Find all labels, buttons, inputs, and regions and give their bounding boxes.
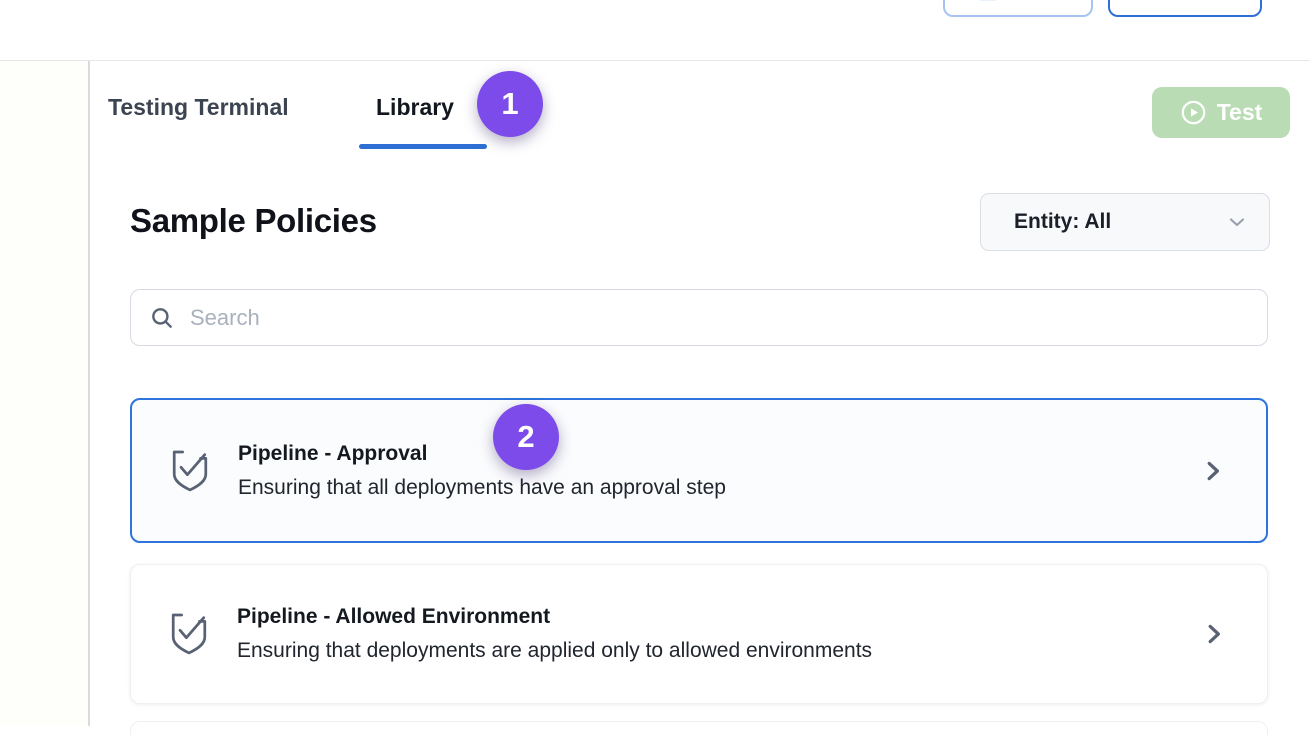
policy-title: Pipeline - Allowed Environment [237, 605, 1173, 629]
policy-card-pipeline-approval[interactable]: Pipeline - Approval Ensuring that all de… [130, 398, 1268, 543]
chevron-down-icon [1225, 210, 1249, 234]
shield-check-icon [170, 448, 210, 494]
chevron-right-icon [1201, 621, 1227, 647]
tab-testing-terminal[interactable]: Testing Terminal [108, 94, 289, 121]
policy-card-partial[interactable] [130, 721, 1268, 735]
search-bar[interactable] [130, 289, 1268, 346]
search-icon [149, 305, 175, 331]
play-circle-icon [1180, 99, 1207, 126]
save-button-label: Save [1007, 0, 1058, 6]
policy-card-pipeline-allowed-environment[interactable]: Pipeline - Allowed Environment Ensuring … [130, 564, 1268, 704]
chevron-right-icon [1200, 458, 1226, 484]
upload-icon [978, 0, 998, 7]
shield-check-icon [169, 611, 209, 657]
discard-button-label: Discard [1145, 0, 1226, 6]
entity-filter-dropdown[interactable]: Entity: All [980, 193, 1270, 251]
main-panel: Testing Terminal Library Test Sample Pol… [90, 61, 1310, 726]
entity-filter-value: Entity: All [1014, 210, 1225, 234]
search-input[interactable] [190, 305, 1249, 331]
policy-description: Ensuring that deployments are applied on… [237, 639, 1173, 663]
save-button[interactable]: Save [943, 0, 1093, 17]
step-annotation-badge-1[interactable]: 1 [477, 71, 543, 137]
discard-button[interactable]: Discard [1108, 0, 1262, 17]
test-button-label: Test [1217, 99, 1263, 126]
policy-title: Pipeline - Approval [238, 442, 1172, 466]
tab-library[interactable]: Library [376, 94, 454, 121]
policy-description: Ensuring that all deployments have an ap… [238, 476, 1172, 500]
top-header-bar: Save Discard [0, 0, 1310, 61]
active-tab-underline [359, 144, 487, 149]
page-title: Sample Policies [130, 202, 377, 240]
test-button[interactable]: Test [1152, 87, 1290, 138]
step-annotation-badge-2[interactable]: 2 [493, 404, 559, 470]
left-sidebar-rail [0, 61, 90, 726]
